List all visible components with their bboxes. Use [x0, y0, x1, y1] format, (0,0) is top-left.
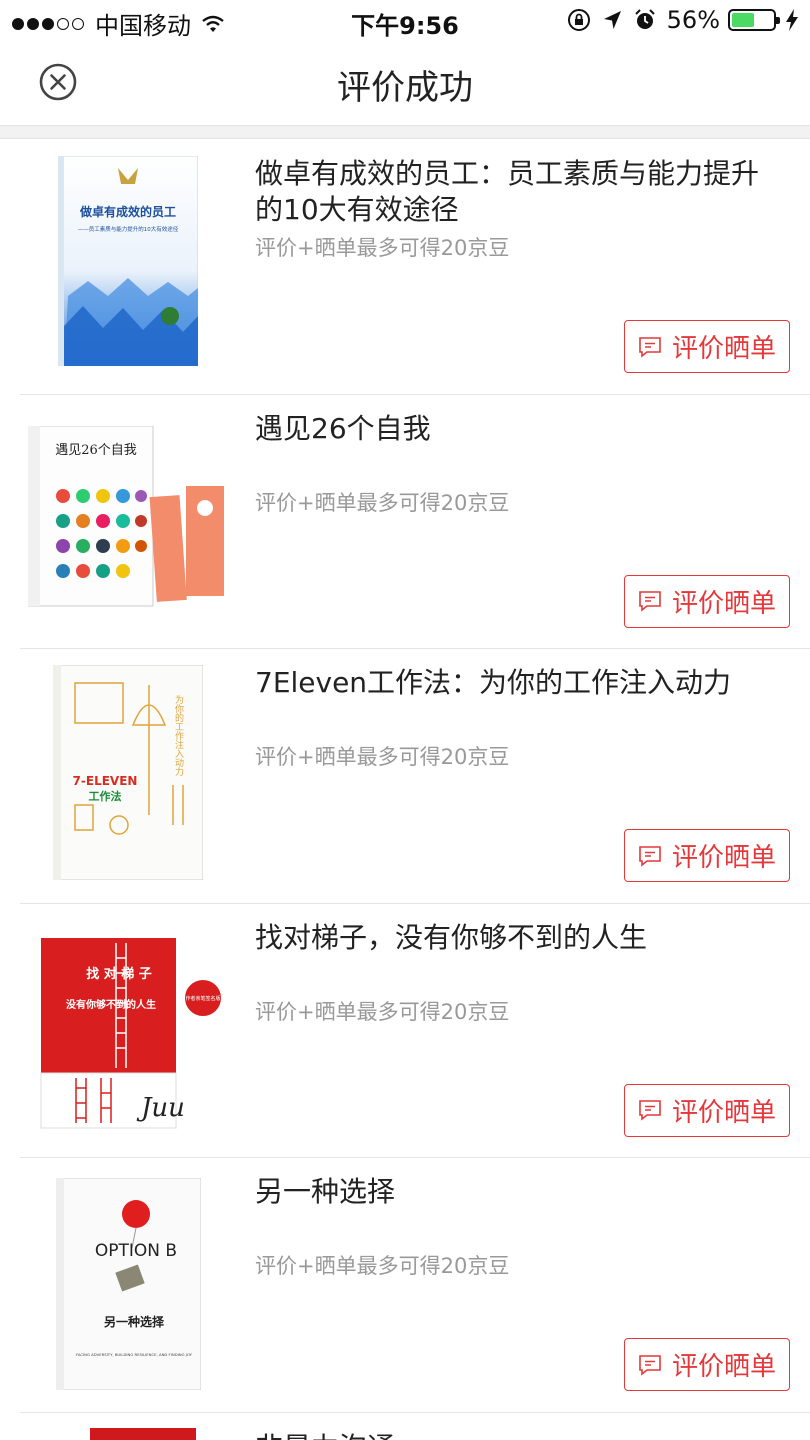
- book-cover-image: 找 对 梯 子 没有你够不到的人生 作者亲笔签名版 Juu: [40, 937, 223, 1128]
- reward-hint: 评价+晒单最多可得20京豆: [255, 490, 510, 515]
- book-cover[interactable]: 为你的工作注入动力 7-ELEVEN 工作法: [28, 665, 228, 887]
- cover-subtitle-text: 没有你够不到的人生: [66, 998, 156, 1011]
- review-button-label: 评价晒单: [671, 1352, 776, 1382]
- product-title[interactable]: 7Eleven工作法：为你的工作注入动力: [255, 665, 780, 701]
- list-item: 为你的工作注入动力 7-ELEVEN 工作法 7Eleven工作法：为你的工作注…: [0, 649, 810, 904]
- book-cover[interactable]: 遇见26个自我: [28, 411, 228, 633]
- cover-tagline-text: 为你的工作注入动力: [173, 694, 184, 777]
- comment-icon: [639, 591, 661, 612]
- status-right: 56%: [567, 6, 800, 34]
- rotation-lock-icon: [567, 9, 590, 31]
- book-cover-image: 为你的工作注入动力 7-ELEVEN 工作法: [53, 665, 203, 880]
- cover-title-text: 7-ELEVEN: [73, 774, 138, 788]
- product-title[interactable]: 找对梯子，没有你够不到的人生: [255, 920, 780, 956]
- review-button-label: 评价晒单: [671, 1097, 776, 1128]
- review-button[interactable]: 评价晒单: [624, 574, 790, 628]
- cover-title-text: 找 对 梯 子: [86, 966, 152, 982]
- book-cover-image: 遇见26个自我: [28, 425, 224, 606]
- nav-bar: 评价成功: [0, 40, 810, 126]
- section-gap: [0, 126, 810, 139]
- review-button-label: 评价晒单: [671, 843, 776, 873]
- cover-badge-text: 作者亲笔签名版: [185, 995, 220, 1002]
- cover-subtitle-text: 另一种选择: [103, 1314, 164, 1329]
- comment-icon: [639, 1354, 661, 1376]
- cover-subtitle-text: ——员工素质与能力提升的10大有效途径: [78, 225, 179, 233]
- cover-title-text: OPTION B: [94, 1241, 176, 1261]
- book-cover[interactable]: [90, 1428, 196, 1440]
- review-button-label: 评价晒单: [671, 588, 776, 619]
- book-cover[interactable]: 做卓有成效的员工 ——员工素质与能力提升的10大有效途径: [28, 156, 228, 378]
- comment-icon: [639, 1100, 661, 1121]
- cover-signature-text: Juu: [136, 1093, 185, 1123]
- product-list: 做卓有成效的员工 ——员工素质与能力提升的10大有效途径 做卓有成效的员工：员工…: [0, 140, 810, 1413]
- review-button[interactable]: 评价晒单: [624, 829, 790, 882]
- charging-bolt-icon: [786, 9, 798, 31]
- reward-hint: 评价+晒单最多可得20京豆: [255, 999, 510, 1024]
- comment-icon: [639, 336, 661, 358]
- battery-percent: 56%: [666, 6, 720, 34]
- location-arrow-icon: [603, 11, 621, 29]
- list-item: OPTION B 另一种选择 FACING ADVERSITY, BUILDIN…: [0, 1158, 810, 1413]
- cover-title-text: 做卓有成效的员工: [79, 204, 176, 219]
- review-button[interactable]: 评价晒单: [624, 1083, 790, 1137]
- reward-hint: 评价+晒单最多可得20京豆: [255, 236, 510, 260]
- review-button-label: 评价晒单: [671, 334, 776, 364]
- page-title: 评价成功: [337, 68, 473, 108]
- product-title[interactable]: 另一种选择: [255, 1174, 780, 1210]
- book-cover-image: OPTION B 另一种选择 FACING ADVERSITY, BUILDIN…: [55, 1178, 201, 1390]
- list-item-partial: 非暴力沟通: [0, 1410, 810, 1440]
- list-item: 找 对 梯 子 没有你够不到的人生 作者亲笔签名版 Juu 找对梯子，没有你够不…: [0, 904, 810, 1158]
- product-title[interactable]: 做卓有成效的员工：员工素质与能力提升的10大有效途径: [255, 156, 780, 228]
- comment-icon: [639, 845, 661, 867]
- alarm-icon: [634, 9, 655, 29]
- product-title[interactable]: 遇见26个自我: [255, 411, 780, 447]
- battery-icon: [728, 9, 780, 31]
- list-item: 做卓有成效的员工 ——员工素质与能力提升的10大有效途径 做卓有成效的员工：员工…: [0, 140, 810, 395]
- reward-hint: 评价+晒单最多可得20京豆: [255, 1254, 510, 1278]
- book-cover[interactable]: 找 对 梯 子 没有你够不到的人生 作者亲笔签名版 Juu: [28, 920, 228, 1142]
- review-button[interactable]: 评价晒单: [624, 320, 790, 373]
- list-item: 遇见26个自我 遇见26个自我 评价+晒单最多可得20京豆 评价晒单: [0, 395, 810, 649]
- reward-hint: 评价+晒单最多可得20京豆: [255, 745, 510, 769]
- book-cover[interactable]: OPTION B 另一种选择 FACING ADVERSITY, BUILDIN…: [28, 1174, 228, 1396]
- product-title[interactable]: 非暴力沟通: [255, 1426, 395, 1440]
- review-button[interactable]: 评价晒单: [624, 1338, 790, 1391]
- book-cover-image: 做卓有成效的员工 ——员工素质与能力提升的10大有效途径: [58, 156, 198, 366]
- cover-subtitle-text: 工作法: [89, 789, 122, 803]
- cover-tagline-text: FACING ADVERSITY, BUILDING RESILIENCE, A…: [76, 1352, 193, 1357]
- cover-title-text: 遇见26个自我: [55, 443, 137, 458]
- status-bar: 中国移动 下午9:56 56%: [0, 0, 810, 40]
